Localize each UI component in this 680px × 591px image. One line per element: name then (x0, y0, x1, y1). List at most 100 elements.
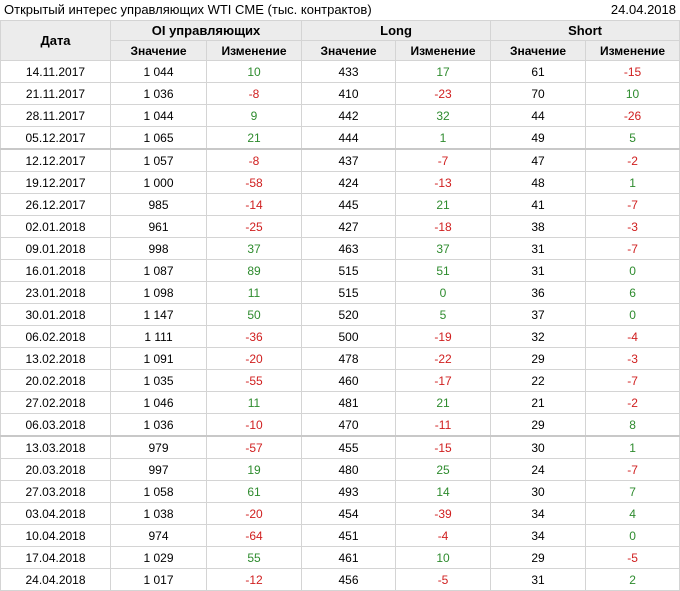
table-row: 06.02.2018 1 111 -36 500 -19 32 -4 (0, 325, 680, 348)
oi-change-cell: 89 (205, 259, 303, 282)
long-value-cell: 478 (301, 347, 397, 370)
oi-change-cell: 11 (205, 281, 303, 304)
oi-change-cell: 61 (205, 480, 303, 503)
long-change-cell: 21 (395, 193, 492, 216)
date-cell: 20.03.2018 (0, 458, 111, 481)
long-value-cell: 515 (301, 281, 397, 304)
date-cell: 12.12.2017 (0, 148, 111, 172)
long-change-cell: 10 (395, 546, 492, 569)
sub-header-long-value: Значение (301, 40, 397, 61)
table-row: 28.11.2017 1 044 9 442 32 44 -26 (0, 104, 680, 127)
long-value-cell: 470 (301, 413, 397, 437)
long-value-cell: 493 (301, 480, 397, 503)
date-cell: 27.02.2018 (0, 391, 111, 414)
table-row: 24.04.2018 1 017 -12 456 -5 31 2 (0, 568, 680, 591)
short-value-cell: 30 (490, 435, 587, 459)
oi-change-cell: -25 (205, 215, 303, 238)
short-value-cell: 29 (490, 546, 587, 569)
long-change-cell: 37 (395, 237, 492, 260)
table-row: 13.03.2018 979 -57 455 -15 30 1 (0, 435, 680, 459)
oi-value-cell: 997 (110, 458, 207, 481)
short-change-cell: 0 (585, 259, 680, 282)
sub-header-short-change: Изменение (585, 40, 680, 61)
oi-value-cell: 1 017 (110, 568, 207, 591)
date-cell: 20.02.2018 (0, 369, 111, 392)
short-change-cell: -3 (585, 347, 680, 370)
table-row: 03.04.2018 1 038 -20 454 -39 34 4 (0, 502, 680, 525)
date-column-header: Дата (0, 20, 111, 61)
oi-change-cell: -36 (205, 325, 303, 348)
long-value-cell: 445 (301, 193, 397, 216)
date-cell: 21.11.2017 (0, 82, 111, 105)
long-change-cell: -22 (395, 347, 492, 370)
long-value-cell: 515 (301, 259, 397, 282)
table-row: 09.01.2018 998 37 463 37 31 -7 (0, 237, 680, 260)
open-interest-table: Дата OI управляющих Long Short Значение … (0, 20, 680, 591)
long-value-cell: 451 (301, 524, 397, 547)
long-change-cell: -17 (395, 369, 492, 392)
oi-change-cell: -20 (205, 502, 303, 525)
long-change-cell: 5 (395, 303, 492, 326)
group-header-long: Long (301, 20, 492, 41)
short-value-cell: 24 (490, 458, 587, 481)
long-change-cell: -23 (395, 82, 492, 105)
table-row: 14.11.2017 1 044 10 433 17 61 -15 (0, 60, 680, 83)
oi-value-cell: 979 (110, 435, 207, 459)
oi-value-cell: 1 036 (110, 82, 207, 105)
short-value-cell: 47 (490, 148, 587, 172)
long-change-cell: 17 (395, 60, 492, 83)
table-row: 26.12.2017 985 -14 445 21 41 -7 (0, 193, 680, 216)
sub-header-short-value: Значение (490, 40, 587, 61)
group-header-row: Дата OI управляющих Long Short (0, 20, 680, 61)
table-row: 20.03.2018 997 19 480 25 24 -7 (0, 458, 680, 481)
long-value-cell: 442 (301, 104, 397, 127)
short-value-cell: 38 (490, 215, 587, 238)
table-row: 21.11.2017 1 036 -8 410 -23 70 10 (0, 82, 680, 105)
table-row: 17.04.2018 1 029 55 461 10 29 -5 (0, 546, 680, 569)
oi-change-cell: 21 (205, 126, 303, 150)
date-cell: 13.02.2018 (0, 347, 111, 370)
oi-change-cell: 10 (205, 60, 303, 83)
short-change-cell: -7 (585, 458, 680, 481)
date-cell: 06.02.2018 (0, 325, 111, 348)
oi-change-cell: -64 (205, 524, 303, 547)
short-value-cell: 49 (490, 126, 587, 150)
short-value-cell: 34 (490, 502, 587, 525)
long-change-cell: -19 (395, 325, 492, 348)
short-value-cell: 31 (490, 237, 587, 260)
long-change-cell: 21 (395, 391, 492, 414)
short-value-cell: 29 (490, 347, 587, 370)
short-change-cell: 5 (585, 126, 680, 150)
long-value-cell: 454 (301, 502, 397, 525)
date-cell: 06.03.2018 (0, 413, 111, 437)
long-value-cell: 410 (301, 82, 397, 105)
long-change-cell: -39 (395, 502, 492, 525)
date-cell: 09.01.2018 (0, 237, 111, 260)
long-value-cell: 456 (301, 568, 397, 591)
short-change-cell: 6 (585, 281, 680, 304)
group-header-short: Short (490, 20, 680, 41)
oi-value-cell: 1 087 (110, 259, 207, 282)
table-row: 19.12.2017 1 000 -58 424 -13 48 1 (0, 171, 680, 194)
short-change-cell: 4 (585, 502, 680, 525)
short-change-cell: -7 (585, 193, 680, 216)
short-change-cell: -2 (585, 148, 680, 172)
oi-change-cell: -57 (205, 435, 303, 459)
short-value-cell: 29 (490, 413, 587, 437)
long-value-cell: 427 (301, 215, 397, 238)
oi-value-cell: 1 058 (110, 480, 207, 503)
long-value-cell: 480 (301, 458, 397, 481)
date-cell: 05.12.2017 (0, 126, 111, 150)
oi-value-cell: 1 098 (110, 281, 207, 304)
date-cell: 14.11.2017 (0, 60, 111, 83)
short-value-cell: 48 (490, 171, 587, 194)
oi-value-cell: 1 036 (110, 413, 207, 437)
oi-value-cell: 1 057 (110, 148, 207, 172)
short-change-cell: 0 (585, 303, 680, 326)
long-change-cell: -13 (395, 171, 492, 194)
short-value-cell: 36 (490, 281, 587, 304)
table-row: 13.02.2018 1 091 -20 478 -22 29 -3 (0, 347, 680, 370)
oi-value-cell: 1 111 (110, 325, 207, 348)
short-value-cell: 70 (490, 82, 587, 105)
report-date: 24.04.2018 (610, 2, 676, 17)
